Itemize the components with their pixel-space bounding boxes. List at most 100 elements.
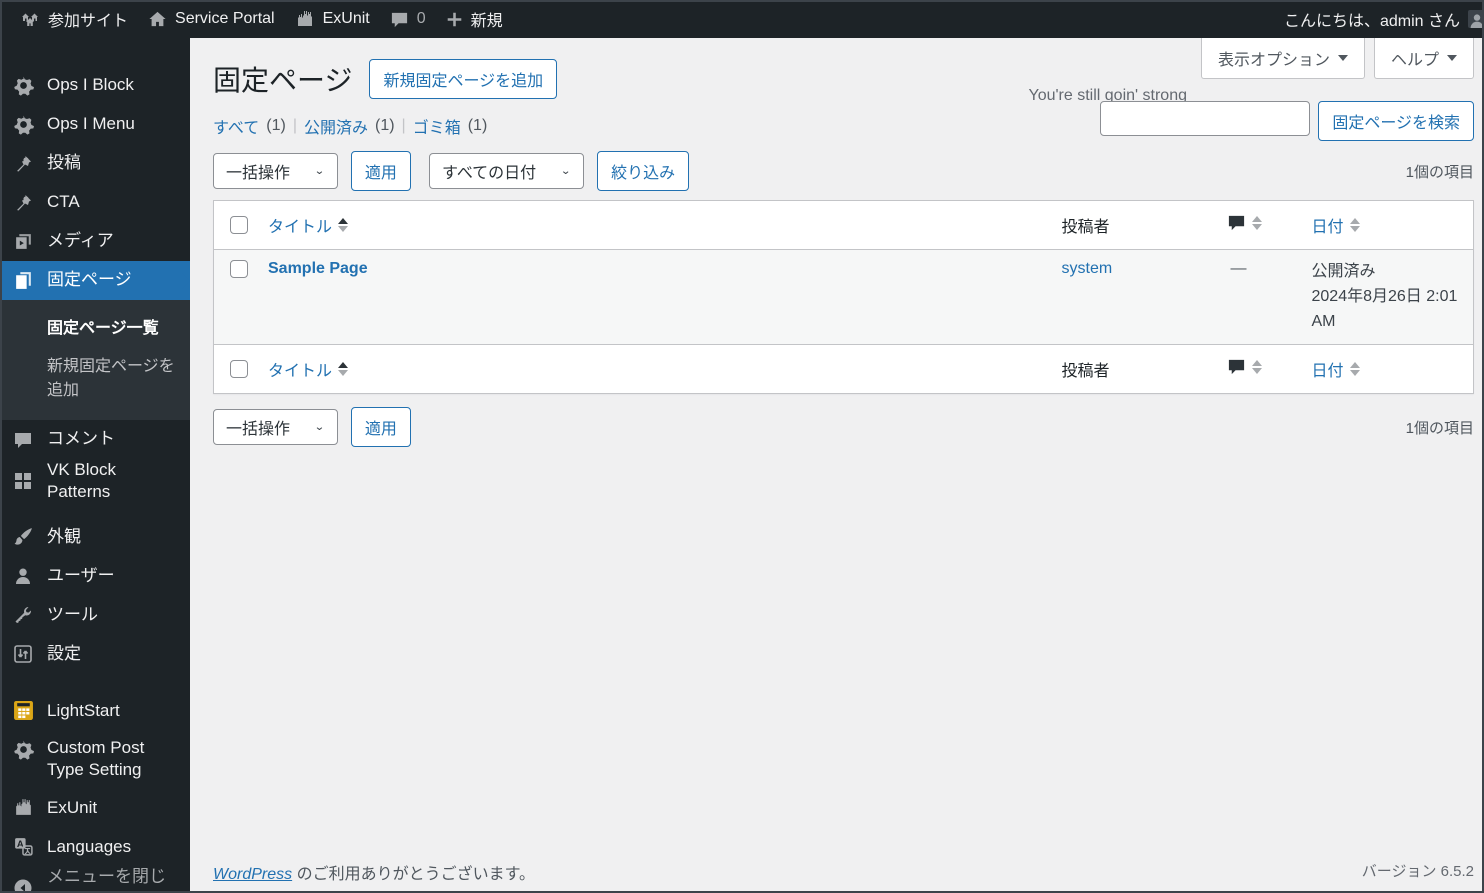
page-title: 固定ページ <box>213 65 353 96</box>
sidebar-item-settings[interactable]: 設定 <box>0 634 190 673</box>
sort-title-header[interactable]: タイトル <box>268 357 349 381</box>
sort-date-header[interactable]: 日付 <box>1312 357 1360 381</box>
chevron-down-icon <box>1337 55 1348 61</box>
filter-button[interactable]: 絞り込み <box>597 151 690 191</box>
chevron-down-icon: ⌄ <box>314 164 325 177</box>
admin-bar-network[interactable]: 参加サイト <box>10 0 138 38</box>
sidebar-item-label: LightStart <box>47 700 120 720</box>
admin-bar-site[interactable]: Service Portal <box>138 0 285 38</box>
help-button[interactable]: ヘルプ <box>1373 38 1474 79</box>
bulk-action-select-bottom[interactable]: 一括操作 ⌄ <box>213 409 338 446</box>
castle-icon <box>12 797 34 818</box>
admin-bar-network-label: 参加サイト <box>48 13 129 30</box>
screen-options-label: 表示オプション <box>1217 52 1330 69</box>
pages-icon <box>12 270 34 291</box>
sidebar-item-languages[interactable]: A Languages <box>0 827 190 866</box>
plus-icon <box>446 11 463 28</box>
sidebar-item-tools[interactable]: ツール <box>0 595 190 634</box>
admin-bar-site-label: Service Portal <box>175 10 275 27</box>
sidebar-item-label: 投稿 <box>47 153 81 173</box>
sort-comments-header[interactable] <box>1227 357 1262 376</box>
chevron-down-icon <box>1447 55 1457 61</box>
chevron-down-icon: ⌄ <box>314 420 325 433</box>
gear-icon <box>12 739 34 760</box>
sort-comments-header[interactable] <box>1227 213 1262 232</box>
sort-title-header[interactable]: タイトル <box>268 213 349 237</box>
collapse-menu-button[interactable]: メニューを閉じる <box>0 866 190 893</box>
avatar[interactable] <box>1468 10 1484 28</box>
collapse-menu-label: メニューを閉じる <box>47 867 166 893</box>
item-count-top: 1個の項目 <box>1405 163 1474 181</box>
row-checkbox[interactable] <box>230 260 248 278</box>
grid-icon <box>12 471 34 491</box>
sidebar-item-ops-i-block[interactable]: Ops I Block <box>0 66 190 105</box>
admin-bar-exunit[interactable]: ExUnit <box>285 0 380 38</box>
filter-trash-link[interactable]: ゴミ箱 <box>413 114 461 138</box>
column-author-label: 投稿者 <box>1061 219 1110 236</box>
select-all-checkbox[interactable] <box>230 360 248 379</box>
sidebar-item-pages[interactable]: 固定ページ <box>0 261 190 300</box>
gear-icon <box>12 75 34 96</box>
greeting-text[interactable]: こんにちは、admin さん <box>1284 7 1460 31</box>
gear-icon <box>12 114 34 135</box>
filter-trash-count: (1) <box>467 117 488 134</box>
sidebar-item-ops-i-menu[interactable]: Ops I Menu <box>0 105 190 144</box>
page-row-status: 公開済み <box>1311 263 1376 280</box>
filter-all-link[interactable]: すべて <box>213 114 259 138</box>
sidebar-item-label: VK Block Patterns <box>47 460 116 502</box>
chevron-down-icon: ⌄ <box>560 164 572 177</box>
admin-bar-new[interactable]: 新規 <box>436 0 513 38</box>
search-pages-button[interactable]: 固定ページを検索 <box>1318 101 1474 141</box>
select-all-checkbox[interactable] <box>230 216 248 234</box>
date-filter-select[interactable]: すべての日付 ⌄ <box>428 153 585 189</box>
sidebar-item-appearance[interactable]: 外観 <box>0 517 190 556</box>
sidebar-item-cta[interactable]: CTA <box>0 183 190 222</box>
sidebar-item-posts[interactable]: 投稿 <box>0 144 190 183</box>
bulk-action-select[interactable]: 一括操作 ⌄ <box>213 153 338 189</box>
pushpin-icon <box>12 193 34 213</box>
page-row-date-meridiem: AM <box>1311 312 1336 330</box>
submenu-item-all-pages[interactable]: 固定ページ一覧 <box>0 307 190 345</box>
admin-bar-comments[interactable]: 0 <box>380 0 436 38</box>
sidebar-item-custom-post-type-setting[interactable]: Custom Post Type Setting <box>0 730 190 788</box>
admin-bar-exunit-label: ExUnit <box>322 10 370 27</box>
screen-options-button[interactable]: 表示オプション <box>1200 38 1365 79</box>
sidebar-item-users[interactable]: ユーザー <box>0 556 190 595</box>
media-icon <box>12 231 34 252</box>
wordpress-link[interactable]: WordPress <box>213 866 292 883</box>
filter-all-count: (1) <box>266 117 286 134</box>
sidebar-item-exunit[interactable]: ExUnit <box>0 788 190 827</box>
submenu-item-add-new-page[interactable]: 新規固定ページを追加 <box>0 345 190 407</box>
sidebar-item-comments[interactable]: コメント <box>0 420 190 459</box>
wrench-icon <box>12 605 34 625</box>
add-new-page-button[interactable]: 新規固定ページを追加 <box>369 59 558 99</box>
main-content: 表示オプション ヘルプ You're still goin' strong 固定… <box>190 38 1484 893</box>
page-row-author-link[interactable]: system <box>1062 260 1113 277</box>
pages-submenu: 固定ページ一覧 新規固定ページを追加 <box>0 300 190 420</box>
castle-icon <box>295 9 315 29</box>
admin-footer: WordPress のご利用ありがとうございます。 バージョン 6.5.2 <box>213 860 1474 884</box>
footer-thanks: WordPress のご利用ありがとうございます。 <box>213 860 535 884</box>
search-input[interactable] <box>1100 101 1311 136</box>
bulk-action-value: 一括操作 <box>226 165 291 182</box>
comment-column-icon <box>1227 357 1246 376</box>
sidebar-item-vk-block-patterns[interactable]: VK Block Patterns <box>0 459 190 503</box>
sort-date-header[interactable]: 日付 <box>1312 213 1360 237</box>
sidebar-item-label: Ops I Menu <box>47 114 135 134</box>
pushpin-icon <box>12 154 34 174</box>
menu-separator <box>0 673 190 691</box>
sidebar-item-media[interactable]: メディア <box>0 222 190 261</box>
apply-button-bottom[interactable]: 適用 <box>350 407 411 448</box>
sort-arrows-icon <box>1251 215 1262 230</box>
sort-arrows-icon <box>1349 218 1360 232</box>
page-row-title-link[interactable]: Sample Page <box>268 260 368 277</box>
filter-published-link[interactable]: 公開済み <box>304 114 368 138</box>
sidebar-item-lightstart[interactable]: LightStart <box>0 691 190 730</box>
sidebar-item-label: Custom Post Type Setting <box>47 738 145 780</box>
sidebar-item-label: Languages <box>47 836 132 856</box>
apply-button[interactable]: 適用 <box>350 151 411 191</box>
column-title-label: タイトル <box>268 363 333 381</box>
comment-count: 0 <box>416 10 426 27</box>
column-title-label: タイトル <box>268 219 333 236</box>
bulk-action-value: 一括操作 <box>226 421 291 439</box>
